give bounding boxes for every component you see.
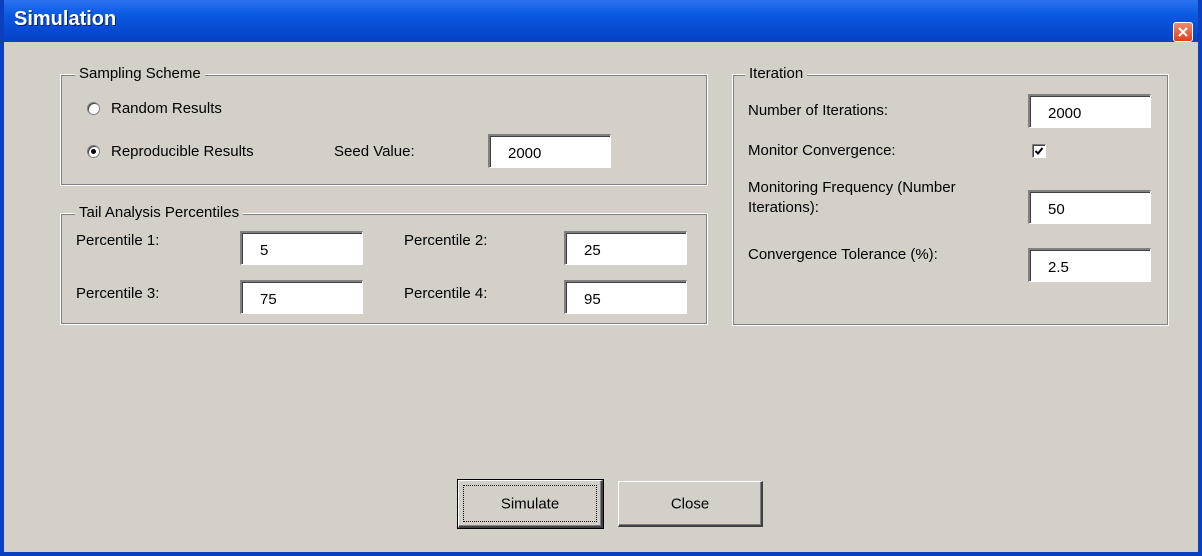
convergence-tolerance-label: Convergence Tolerance (%): [748, 246, 938, 263]
number-of-iterations-label: Number of Iterations: [748, 102, 889, 119]
convergence-tolerance-value: 2.5 [1048, 259, 1069, 276]
close-button[interactable]: Close [618, 481, 763, 527]
monitor-convergence-checkbox[interactable] [1032, 144, 1046, 158]
sampling-scheme-legend: Sampling Scheme [75, 65, 205, 83]
monitoring-frequency-input[interactable]: 50 [1028, 190, 1151, 224]
iteration-legend: Iteration [745, 65, 808, 83]
title-bar[interactable]: Simulation [4, 0, 1198, 42]
percentile-2-label: Percentile 2: [404, 232, 488, 249]
percentile-1-value: 5 [260, 242, 269, 259]
number-of-iterations-input[interactable]: 2000 [1028, 94, 1151, 128]
percentile-3-input[interactable]: 75 [240, 280, 363, 314]
monitoring-frequency-value: 50 [1048, 201, 1065, 218]
random-results-radio[interactable] [87, 102, 100, 115]
convergence-tolerance-input[interactable]: 2.5 [1028, 248, 1151, 282]
seed-value-input[interactable]: 2000 [488, 134, 611, 168]
check-icon [1034, 147, 1044, 155]
window-close-button[interactable] [1173, 22, 1193, 42]
dialog-body: Sampling Scheme Random Results Reproduci… [4, 42, 1198, 552]
percentile-2-input[interactable]: 25 [564, 231, 687, 265]
percentile-1-input[interactable]: 5 [240, 231, 363, 265]
monitoring-frequency-label-line1: Monitoring Frequency (Number [748, 179, 956, 196]
percentile-1-label: Percentile 1: [76, 232, 160, 249]
seed-value-label: Seed Value: [334, 143, 415, 160]
sampling-scheme-group: Sampling Scheme [60, 65, 708, 186]
radio-selected-dot [91, 149, 96, 154]
seed-value-text: 2000 [508, 145, 542, 162]
close-button-label: Close [670, 495, 710, 512]
percentile-3-value: 75 [260, 291, 277, 308]
reproducible-results-label[interactable]: Reproducible Results [111, 143, 254, 161]
reproducible-results-radio[interactable] [87, 145, 100, 158]
simulation-dialog: Simulation Sampling Scheme Random Result… [0, 0, 1202, 556]
simulate-button-label: Simulate [500, 495, 560, 512]
percentile-2-value: 25 [584, 242, 601, 259]
simulate-button[interactable]: Simulate [457, 479, 604, 529]
tail-analysis-legend: Tail Analysis Percentiles [75, 204, 244, 222]
number-of-iterations-value: 2000 [1048, 105, 1082, 122]
percentile-3-label: Percentile 3: [76, 285, 160, 302]
monitor-convergence-label: Monitor Convergence: [748, 142, 896, 159]
random-results-label[interactable]: Random Results [111, 100, 222, 118]
close-icon [1178, 27, 1188, 37]
percentile-4-label: Percentile 4: [404, 285, 488, 302]
monitoring-frequency-label-line2: Iterations): [748, 199, 819, 216]
percentile-4-input[interactable]: 95 [564, 280, 687, 314]
window-title: Simulation [14, 8, 117, 30]
percentile-4-value: 95 [584, 291, 601, 308]
